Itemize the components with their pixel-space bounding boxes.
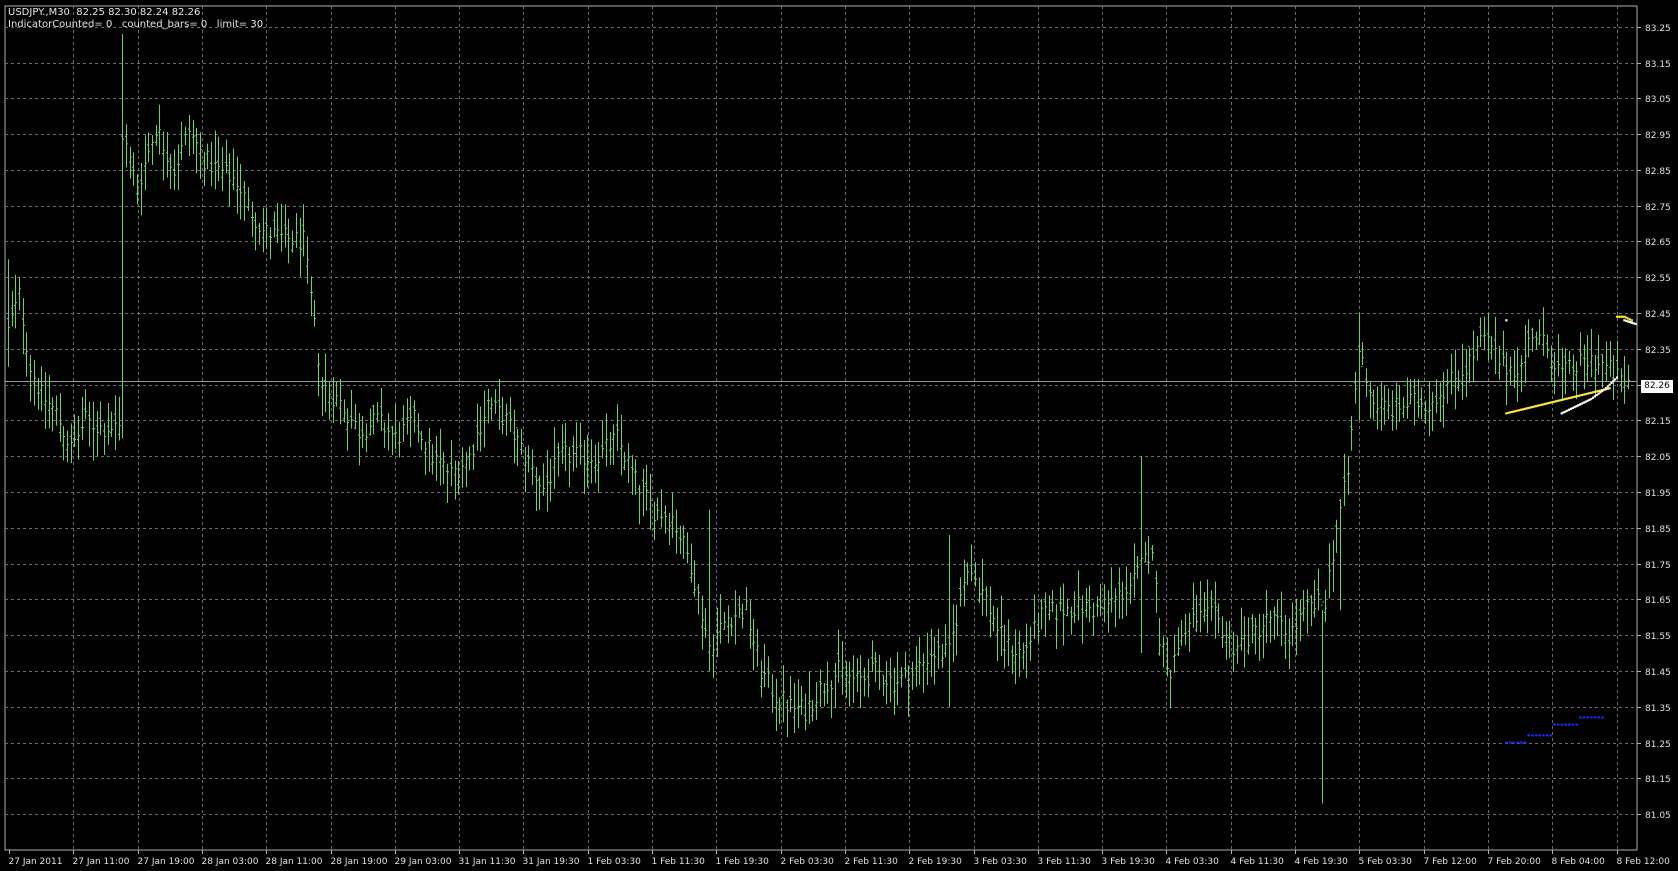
blue-indicator-dot xyxy=(1593,716,1597,719)
price-tick-label: 81.55 xyxy=(1645,632,1671,642)
price-tick-label: 82.45 xyxy=(1645,310,1671,320)
blue-indicator-dot xyxy=(1567,723,1571,726)
indicator-status: IndicatorCounted= 0 counted_bars= 0 limi… xyxy=(8,19,264,30)
blue-indicator-dot xyxy=(1571,723,1575,726)
time-tick-label: 27 Jan 11:00 xyxy=(73,857,130,867)
price-tick-label: 81.25 xyxy=(1645,740,1671,750)
price-tick-label: 83.15 xyxy=(1645,60,1671,70)
blue-indicator-dot xyxy=(1512,741,1516,744)
blue-indicator-dot xyxy=(1560,723,1564,726)
blue-indicator-dot xyxy=(1516,741,1519,744)
blue-indicator-dot xyxy=(1534,734,1538,737)
blue-indicator-dot xyxy=(1542,734,1545,737)
time-tick-label: 7 Feb 20:00 xyxy=(1488,857,1542,867)
blue-indicator-dot xyxy=(1601,716,1604,719)
time-tick-label: 31 Jan 19:30 xyxy=(523,857,580,867)
price-tick-label: 82.15 xyxy=(1645,417,1671,427)
white-indicator-dot xyxy=(1615,376,1619,379)
price-tick-label: 82.65 xyxy=(1645,238,1671,248)
blue-indicator-dot xyxy=(1508,741,1512,744)
time-tick-label: 1 Feb 03:30 xyxy=(588,857,642,867)
time-tick-label: 4 Feb 03:30 xyxy=(1166,857,1220,867)
time-tick-label: 5 Feb 03:30 xyxy=(1359,857,1413,867)
time-tick-label: 1 Feb 19:30 xyxy=(716,857,770,867)
time-tick-label: 8 Feb 04:00 xyxy=(1552,857,1606,867)
time-tick-label: 31 Jan 11:30 xyxy=(459,857,516,867)
time-tick-label: 29 Jan 03:00 xyxy=(395,857,452,867)
price-chart[interactable]: 83.25 83.15 83.05 82.95 82.85 82.75 82.65 82.55… xyxy=(0,0,1678,871)
blue-indicator-dot xyxy=(1523,741,1527,744)
price-tick-label: 82.35 xyxy=(1645,346,1671,356)
time-tick-label: 1 Feb 11:30 xyxy=(652,857,706,867)
blue-indicator-dot xyxy=(1586,716,1590,719)
price-tick-label: 81.35 xyxy=(1645,704,1671,714)
time-tick-label: 28 Jan 03:00 xyxy=(202,857,259,867)
time-tick-label: 7 Feb 12:00 xyxy=(1424,857,1478,867)
time-tick-label: 8 Feb 12:00 xyxy=(1617,857,1671,867)
time-tick-label: 2 Feb 19:30 xyxy=(909,857,963,867)
price-tick-label: 82.85 xyxy=(1645,167,1671,177)
time-tick-label: 3 Feb 19:30 xyxy=(1102,857,1156,867)
time-tick-label: 27 Jan 19:00 xyxy=(138,857,195,867)
blue-indicator-dot xyxy=(1553,723,1556,726)
price-tick-label: 81.65 xyxy=(1645,596,1671,606)
price-tick-label: 83.05 xyxy=(1645,95,1671,105)
time-tick-label: 28 Jan 11:00 xyxy=(266,857,323,867)
time-tick-label: 4 Feb 19:30 xyxy=(1295,857,1349,867)
time-axis: 27 Jan 2011 27 Jan 11:00 27 Jan 19:00 28 Ja… xyxy=(9,850,1671,867)
blue-indicator-dot xyxy=(1556,723,1560,726)
time-tick-label: 2 Feb 11:30 xyxy=(845,857,899,867)
price-bars xyxy=(7,33,1630,804)
blue-indicator-dot xyxy=(1549,734,1553,737)
chart-window[interactable]: 83.25 83.15 83.05 82.95 82.85 82.75 82.65 82.55… xyxy=(0,0,1678,871)
blue-indicator-dot xyxy=(1527,734,1530,737)
time-tick-label: 3 Feb 11:30 xyxy=(1038,857,1092,867)
blue-indicator-dot xyxy=(1505,741,1508,744)
price-tick-label: 81.05 xyxy=(1645,811,1671,821)
price-tick-label: 81.85 xyxy=(1645,525,1671,535)
time-tick-label: 2 Feb 03:30 xyxy=(781,857,835,867)
blue-indicator-dot xyxy=(1564,723,1567,726)
blue-indicator-dot xyxy=(1597,716,1601,719)
price-axis: 83.25 83.15 83.05 82.95 82.85 82.75 82.65 82.55… xyxy=(1637,24,1671,821)
time-tick-label: 27 Jan 2011 xyxy=(9,857,63,867)
time-tick-label: 4 Feb 11:30 xyxy=(1231,857,1285,867)
price-tick-label: 83.25 xyxy=(1645,24,1671,34)
blue-indicator-dot xyxy=(1519,741,1523,744)
time-tick-label: 28 Jan 19:00 xyxy=(331,857,388,867)
price-tick-label: 81.15 xyxy=(1645,775,1671,785)
blue-indicator-dot xyxy=(1575,723,1578,726)
price-tick-label: 82.75 xyxy=(1645,203,1671,213)
price-tick-label: 82.55 xyxy=(1645,274,1671,284)
blue-indicator-dot xyxy=(1545,734,1549,737)
blue-indicator-dot xyxy=(1538,734,1542,737)
blue-indicator-dot xyxy=(1582,716,1586,719)
blue-indicator-dot xyxy=(1590,716,1593,719)
white-indicator-dot xyxy=(1634,322,1637,325)
blue-indicator-dot xyxy=(1531,734,1534,737)
symbol-header: USDJPY.,M30 82.25 82.30 82.24 82.26 xyxy=(8,7,201,18)
price-tick-label: 82.05 xyxy=(1645,453,1671,463)
white-indicator-dot xyxy=(1505,319,1508,322)
price-tick-label: 81.45 xyxy=(1645,668,1671,678)
price-tick-label: 81.75 xyxy=(1645,561,1671,571)
price-tick-label: 81.95 xyxy=(1645,489,1671,499)
price-tick-label: 82.95 xyxy=(1645,131,1671,141)
blue-indicator-dot xyxy=(1579,716,1582,719)
indicator-layer xyxy=(1505,315,1637,744)
current-price-tag: 82.26 xyxy=(1641,380,1673,393)
time-tick-label: 3 Feb 03:30 xyxy=(974,857,1028,867)
